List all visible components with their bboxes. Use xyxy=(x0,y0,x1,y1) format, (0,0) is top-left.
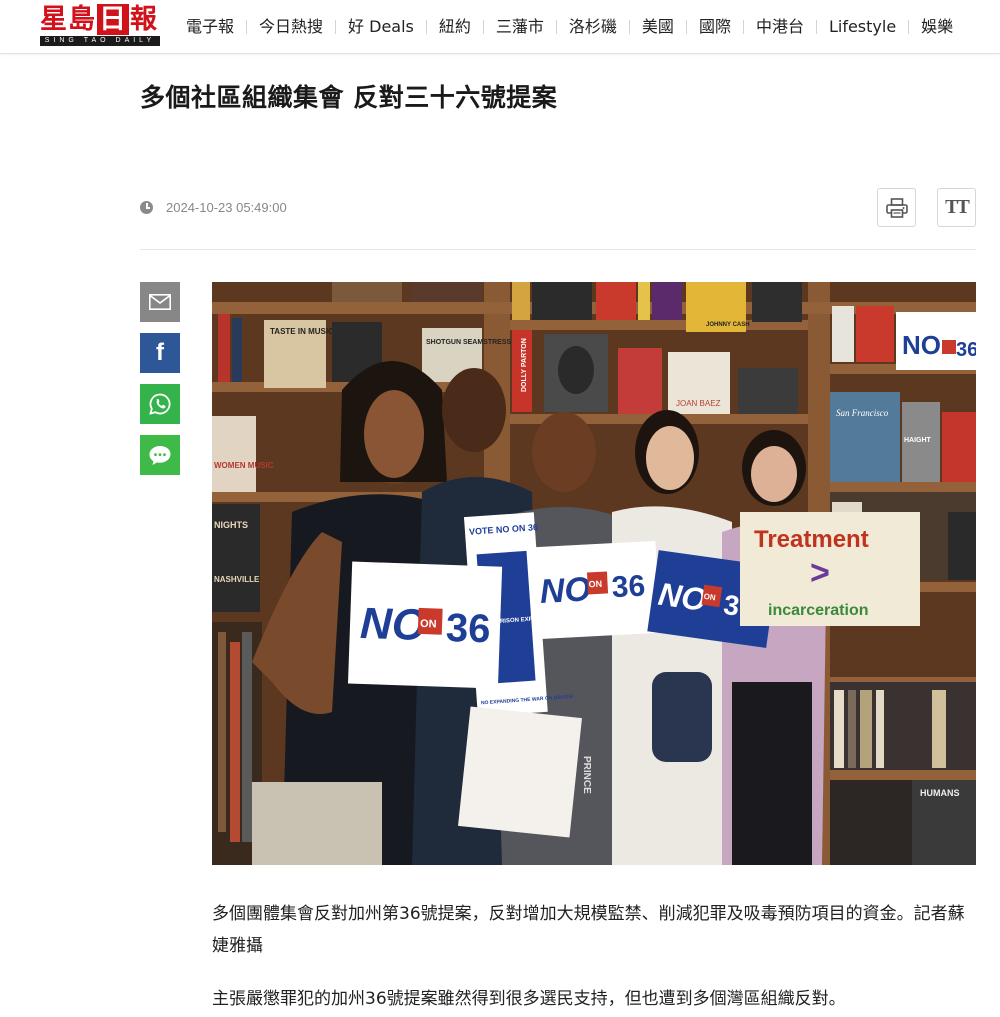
font-size-button[interactable]: TT xyxy=(937,188,976,227)
article-title: 多個社區組織集會 反對三十六號提案 xyxy=(140,83,558,112)
book-prince: PRINCE xyxy=(581,756,592,794)
clock-icon xyxy=(140,201,153,214)
printer-icon xyxy=(885,197,908,218)
mail-icon xyxy=(149,294,171,310)
sign-top-right-num: 36 xyxy=(956,339,976,361)
sign-right-no: NO xyxy=(656,576,709,618)
book-women-music: WOMEN MUSIC xyxy=(214,461,274,470)
nav-item-china-hk-tw[interactable]: 中港台 xyxy=(744,0,816,54)
whatsapp-icon xyxy=(149,393,171,415)
nav-item-new-york[interactable]: 紐約 xyxy=(427,0,483,54)
share-message-button[interactable] xyxy=(140,435,180,475)
share-whatsapp-button[interactable] xyxy=(140,384,180,424)
message-icon xyxy=(149,446,171,465)
site-logo[interactable]: 星島日報 SING TAO DAILY xyxy=(40,4,160,47)
text-size-icon: TT xyxy=(945,196,970,218)
meta-divider xyxy=(140,249,976,250)
print-button[interactable] xyxy=(877,188,916,227)
book-nashville: NASHVILLE xyxy=(214,575,260,584)
nav-item-us[interactable]: 美國 xyxy=(630,0,686,54)
book-san-francisco: San Francisco xyxy=(836,408,889,418)
book-dolly-parton: DOLLY PARTON xyxy=(521,338,528,392)
book-taste-in-music: TASTE IN MUSIC xyxy=(270,327,334,336)
sign-left-num: 36 xyxy=(445,606,491,652)
site-header: 星島日報 SING TAO DAILY 電子報 今日熱搜 好 Deals 紐約 … xyxy=(0,0,1000,54)
nav-item-trending[interactable]: 今日熱搜 xyxy=(247,0,335,54)
sign-center-num: 36 xyxy=(611,569,646,604)
sign-right-on: ON xyxy=(703,592,716,603)
nav-item-deals[interactable]: 好 Deals xyxy=(336,0,426,54)
book-johnny-cash: JOHNNY CASH xyxy=(706,322,750,328)
book-humans: HUMANS xyxy=(920,788,960,798)
sign-incarceration: incarceration xyxy=(768,602,868,619)
sign-left-on: ON xyxy=(420,618,437,631)
book-joan-baez: JOAN BAEZ xyxy=(676,399,721,408)
facebook-icon: f xyxy=(156,339,164,366)
main-nav: 電子報 今日熱搜 好 Deals 紐約 三藩市 洛杉磯 美國 國際 中港台 Li… xyxy=(174,0,965,54)
sign-left-no: NO xyxy=(359,599,427,650)
nav-item-los-angeles[interactable]: 洛杉磯 xyxy=(557,0,629,54)
article-paragraph-caption: 多個團體集會反對加州第36號提案，反對增加大規模監禁、削減犯罪及吸毒預防項目的資… xyxy=(212,904,965,956)
sign-greater-than: > xyxy=(810,554,830,592)
sign-top-right-no: NO xyxy=(902,330,941,360)
article-meta: 2024-10-23 05:49:00 xyxy=(140,200,287,215)
nav-item-san-francisco[interactable]: 三藩市 xyxy=(484,0,556,54)
book-haight: HAIGHT xyxy=(904,437,932,444)
logo-subtitle: SING TAO DAILY xyxy=(40,36,160,46)
share-facebook-button[interactable]: f xyxy=(140,333,180,373)
logo-wordmark: 星島日報 xyxy=(40,4,158,35)
photo-illustration: TASTE IN MUSIC SHOTGUN SEAMSTRESS JOHNNY… xyxy=(212,282,976,865)
sign-center-no: NO xyxy=(539,570,592,611)
book-nights: NIGHTS xyxy=(214,520,248,530)
nav-item-epaper[interactable]: 電子報 xyxy=(174,0,246,54)
article-paragraph: 主張嚴懲罪犯的加州36號提案雖然得到很多選民支持，但也遭到多個灣區組織反對。 xyxy=(212,989,846,1009)
nav-item-lifestyle[interactable]: Lifestyle xyxy=(817,0,908,54)
nav-item-international[interactable]: 國際 xyxy=(687,0,743,54)
sign-treatment: Treatment xyxy=(754,526,869,553)
nav-item-entertainment[interactable]: 娛樂 xyxy=(909,0,965,54)
sign-center-on: ON xyxy=(588,579,602,590)
article-timestamp: 2024-10-23 05:49:00 xyxy=(166,200,287,215)
share-email-button[interactable] xyxy=(140,282,180,322)
article-photo: TASTE IN MUSIC SHOTGUN SEAMSTRESS JOHNNY… xyxy=(212,282,976,865)
book-shotgun-seamstress: SHOTGUN SEAMSTRESS xyxy=(426,339,512,346)
